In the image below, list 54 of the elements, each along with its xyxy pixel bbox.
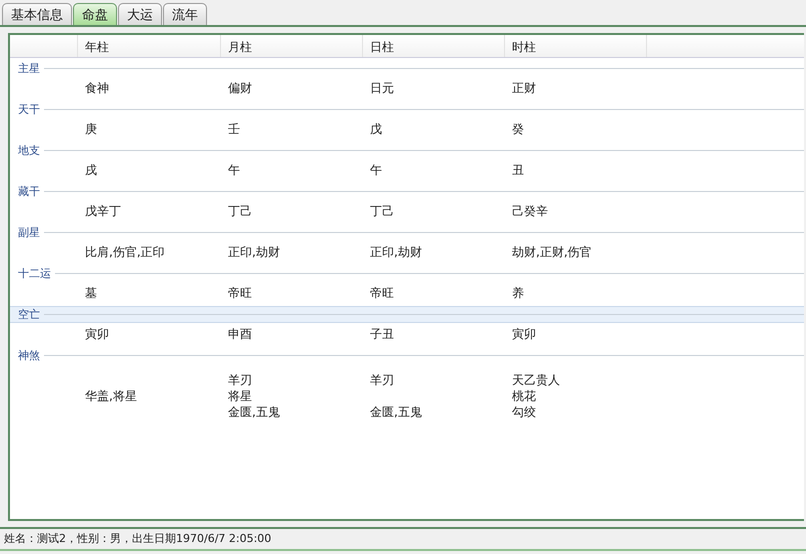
table-cell-text: 正印,劫财 bbox=[369, 244, 423, 260]
group-header[interactable]: 空亡 bbox=[10, 306, 804, 323]
table-cell-text: 戊 bbox=[369, 121, 383, 137]
table-cell: 华盖,将星 bbox=[85, 388, 137, 404]
group-header[interactable]: 主星 bbox=[10, 60, 804, 77]
tab[interactable]: 命盘 bbox=[73, 3, 117, 25]
table-cell-text: 午 bbox=[227, 162, 241, 178]
table-cell-text: 戊辛丁 bbox=[84, 203, 122, 219]
table-cell-text: 日元 bbox=[369, 80, 395, 96]
table-cell-text: 寅卯 bbox=[511, 326, 537, 342]
group-header[interactable]: 天干 bbox=[10, 101, 804, 118]
table-cell-text: 子丑 bbox=[369, 326, 395, 342]
table-cell-text: 丁己 bbox=[227, 203, 253, 219]
table-cell-text: 己癸辛 bbox=[511, 203, 549, 219]
column-header: 年柱 bbox=[78, 35, 221, 57]
table-cell-text: 午 bbox=[369, 162, 383, 178]
table-cell-text: 食神 bbox=[84, 80, 110, 96]
table-cell-text: 壬 bbox=[227, 121, 241, 137]
table-cell-text: 寅卯 bbox=[84, 326, 110, 342]
table-cell-text: 比肩,伤官,正印 bbox=[84, 244, 166, 260]
tab[interactable]: 基本信息 bbox=[2, 3, 72, 25]
table-cell-text: 丁己 bbox=[369, 203, 395, 219]
table-cell: 羊刃 bbox=[370, 372, 394, 388]
tab[interactable]: 流年 bbox=[163, 3, 207, 25]
table-cell-text: 正印,劫财 bbox=[227, 244, 281, 260]
table-cell: 桃花 bbox=[512, 388, 536, 404]
table-cell: 金匮,五鬼 bbox=[370, 404, 422, 420]
table-cell-text: 正财 bbox=[511, 80, 537, 96]
column-header: 时柱 bbox=[505, 35, 647, 57]
table-cell-text: 癸 bbox=[511, 121, 525, 137]
column-header: 月柱 bbox=[221, 35, 363, 57]
table-cell-text: 墓 bbox=[84, 285, 98, 301]
table-cell-text: 申酉 bbox=[227, 326, 253, 342]
table-cell-text: 帝旺 bbox=[369, 285, 395, 301]
column-header: 日柱 bbox=[363, 35, 505, 57]
group-header[interactable]: 神煞 bbox=[10, 347, 804, 364]
group-header[interactable]: 十二运 bbox=[10, 265, 804, 282]
table-cell: 将星 bbox=[228, 388, 252, 404]
table-cell: 勾绞 bbox=[512, 404, 536, 420]
table-cell-text: 丑 bbox=[511, 162, 525, 178]
table-cell-text: 庚 bbox=[84, 121, 98, 137]
group-header[interactable]: 地支 bbox=[10, 142, 804, 159]
table-cell: 天乙贵人 bbox=[512, 372, 560, 388]
table-cell-text: 偏财 bbox=[227, 80, 253, 96]
table-cell-text: 帝旺 bbox=[227, 285, 253, 301]
table-cell: 羊刃 bbox=[228, 372, 252, 388]
table-cell-text: 养 bbox=[511, 285, 525, 301]
tab[interactable]: 大运 bbox=[118, 3, 162, 25]
group-header[interactable]: 副星 bbox=[10, 224, 804, 241]
table-cell: 金匮,五鬼 bbox=[228, 404, 280, 420]
table-cell-text: 劫财,正财,伤官 bbox=[511, 244, 593, 260]
group-header[interactable]: 藏干 bbox=[10, 183, 804, 200]
status-bar: 姓名：测试2，性别：男，出生日期1970/6/7 2:05:00 bbox=[0, 527, 806, 551]
table-cell-text: 戌 bbox=[84, 162, 98, 178]
